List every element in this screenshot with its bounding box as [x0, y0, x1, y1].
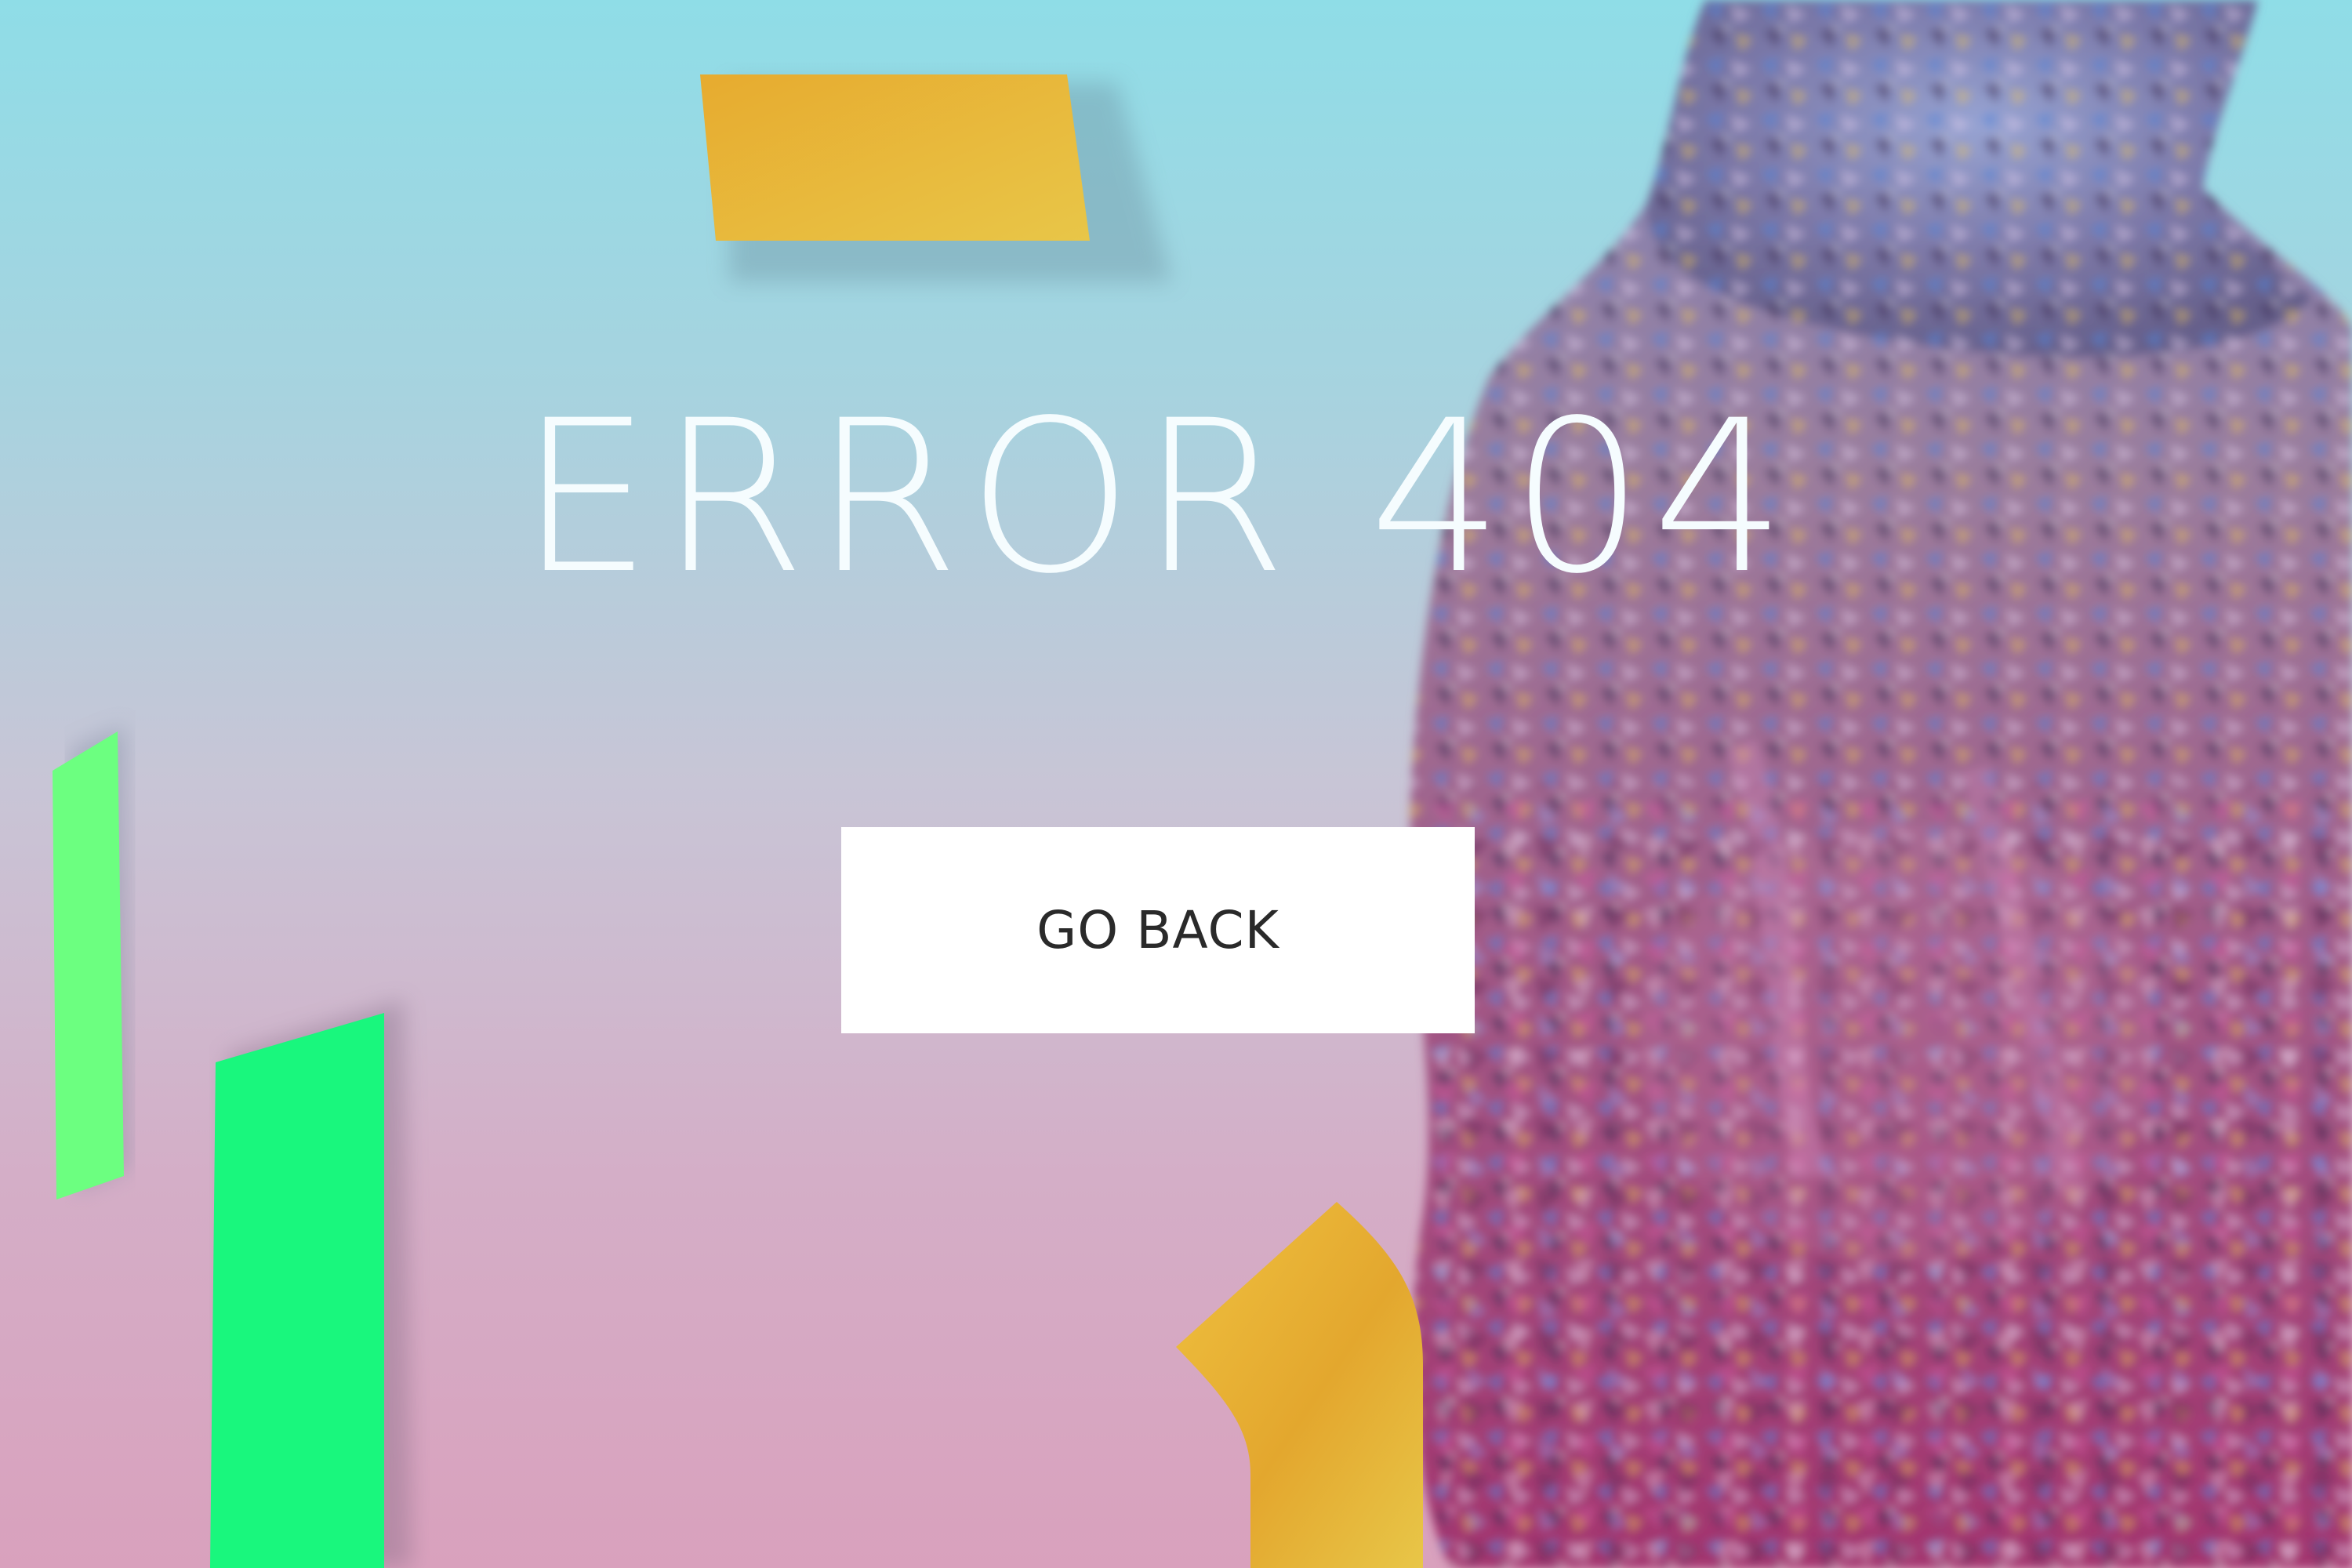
green-bar-left-shape [53, 731, 124, 1200]
go-back-button[interactable]: GO BACK [841, 827, 1475, 1033]
green-bar-bottom-shape [210, 1013, 384, 1568]
error-page: ERROR 404 GO BACK [0, 0, 2352, 1568]
decorative-background [53, 0, 2352, 1568]
yellow-ribbon-shape [1176, 1202, 1423, 1568]
butterfly-dress-figure [1410, 0, 2352, 1568]
go-back-label: GO BACK [1036, 900, 1279, 960]
yellow-parallelogram-shape [700, 74, 1090, 241]
error-heading: ERROR 404 [519, 376, 1794, 620]
